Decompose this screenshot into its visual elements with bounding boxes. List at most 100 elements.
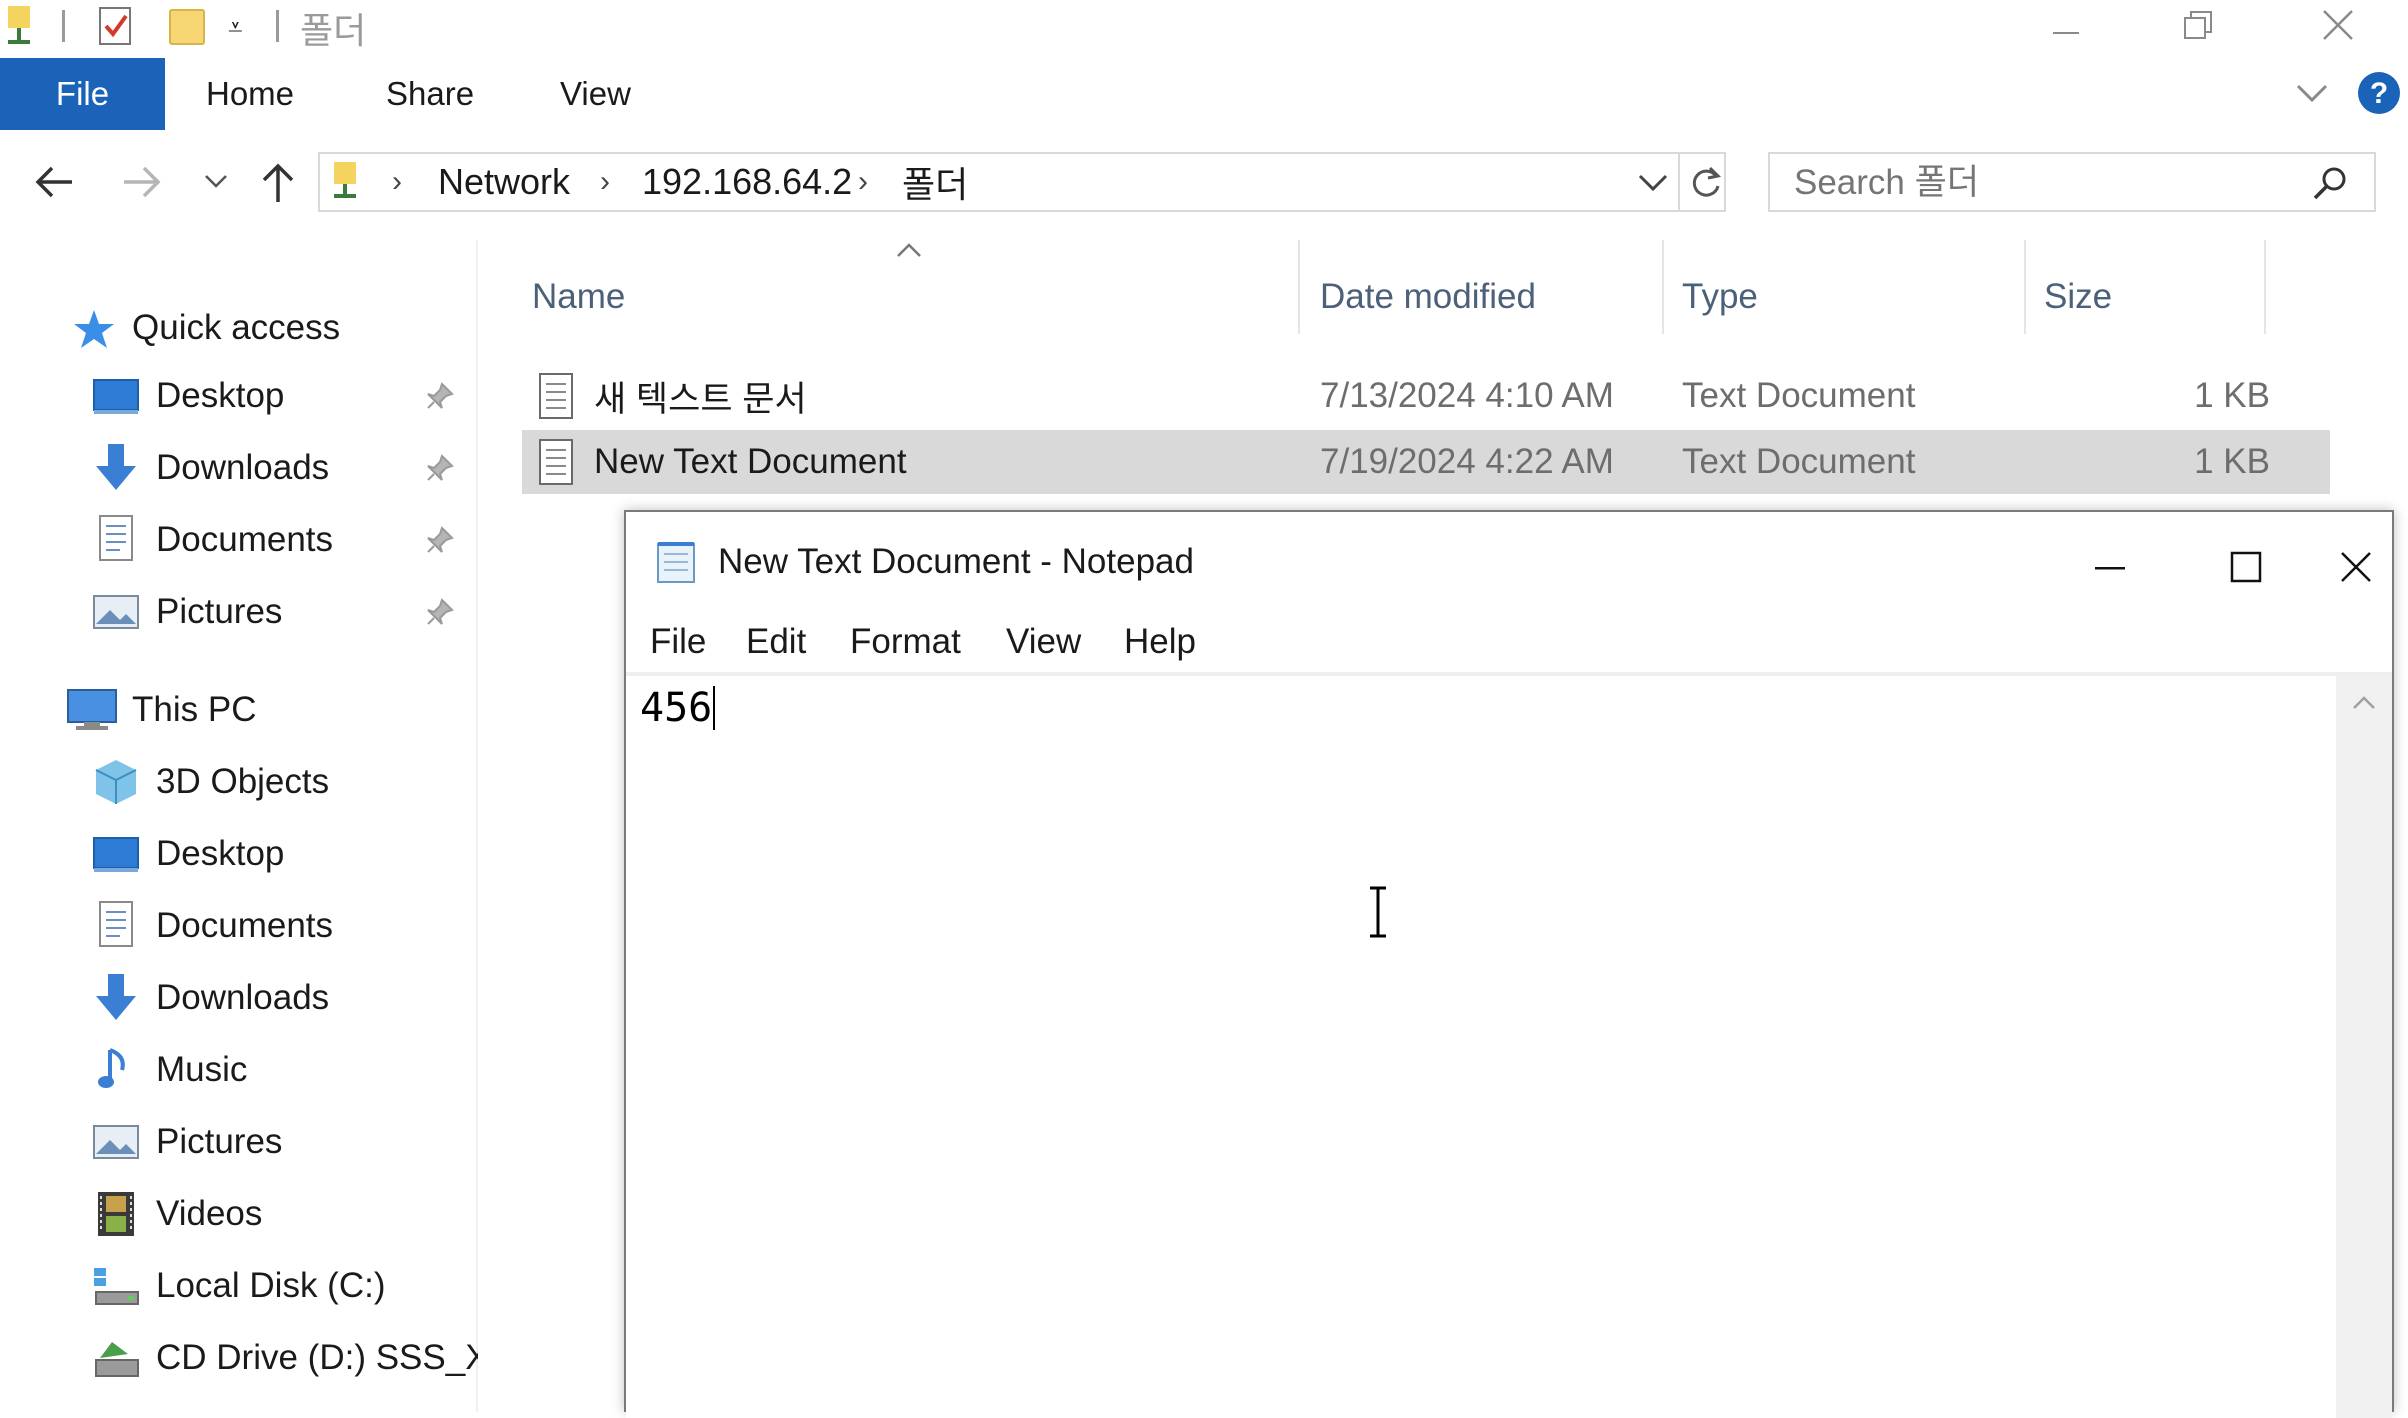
- customize-toolbar-icon[interactable]: ⩡: [228, 12, 243, 44]
- pin-icon[interactable]: [424, 452, 456, 484]
- pin-icon[interactable]: [424, 380, 456, 412]
- sidebar-item-documents[interactable]: Documents: [0, 508, 476, 572]
- local-disk-icon: [94, 1268, 139, 1305]
- refresh-icon[interactable]: [1688, 164, 1724, 200]
- column-separator[interactable]: [1298, 240, 1300, 334]
- tab-share[interactable]: Share: [386, 58, 474, 130]
- menu-edit[interactable]: Edit: [746, 612, 806, 672]
- notepad-text-area[interactable]: 456: [626, 672, 2336, 1418]
- notepad-title: New Text Document - Notepad: [718, 542, 1194, 581]
- sort-ascending-icon: [897, 243, 921, 257]
- restore-button[interactable]: [2128, 0, 2268, 50]
- notepad-icon: [657, 542, 695, 583]
- sidebar-item-this-pc[interactable]: This PC: [0, 678, 476, 742]
- notepad-title-bar[interactable]: New Text Document - Notepad: [626, 512, 2392, 612]
- search-input[interactable]: [1792, 160, 2296, 206]
- close-icon: [2341, 552, 2371, 582]
- minimize-icon: [2095, 567, 2125, 570]
- menu-view[interactable]: View: [1006, 612, 1081, 672]
- sidebar-item-local-disk[interactable]: Local Disk (C:): [0, 1254, 476, 1318]
- chevron-down-icon: [205, 175, 227, 188]
- sidebar-item-videos[interactable]: Videos: [0, 1182, 476, 1246]
- sidebar-item-pictures[interactable]: Pictures: [0, 580, 476, 644]
- column-separator[interactable]: [2264, 240, 2266, 334]
- column-separator[interactable]: [1662, 240, 1664, 334]
- explorer-title-bar: ⩡ 폴더: [0, 0, 2408, 58]
- back-button[interactable]: [24, 152, 84, 212]
- pin-icon[interactable]: [424, 524, 456, 556]
- column-header-size[interactable]: Size: [2044, 260, 2112, 334]
- sidebar-item-documents-pc[interactable]: Documents: [0, 894, 476, 958]
- forward-arrow-icon: [124, 166, 161, 198]
- minimize-icon: [2053, 32, 2079, 34]
- sidebar-item-label: 3D Objects: [156, 762, 330, 801]
- tab-home[interactable]: Home: [206, 58, 294, 130]
- sidebar-item-music[interactable]: Music: [0, 1038, 476, 1102]
- address-dropdown-icon[interactable]: [1636, 170, 1670, 196]
- sidebar-item-downloads-pc[interactable]: Downloads: [0, 966, 476, 1030]
- notepad-maximize-button[interactable]: [2186, 532, 2306, 602]
- sidebar-item-3d-objects[interactable]: 3D Objects: [0, 750, 476, 814]
- file-date: 7/19/2024 4:22 AM: [1320, 442, 1614, 481]
- expand-ribbon-icon[interactable]: [2294, 78, 2330, 108]
- downloads-icon: [96, 444, 136, 490]
- column-header-type[interactable]: Type: [1682, 260, 1758, 334]
- up-arrow-icon: [262, 163, 294, 202]
- sidebar-item-label: Documents: [156, 520, 334, 559]
- pictures-icon: [93, 1125, 139, 1159]
- breadcrumb-separator-icon: ›: [600, 165, 610, 198]
- forward-button[interactable]: [112, 152, 172, 212]
- sidebar-item-desktop[interactable]: Desktop: [0, 364, 476, 428]
- documents-icon: [99, 901, 133, 947]
- notepad-menu-bar: File Edit Format View Help: [626, 612, 2392, 672]
- navigation-pane: Quick access Desktop Downloads Documents: [0, 240, 500, 1412]
- file-row[interactable]: New Text Document 7/19/2024 4:22 AM Text…: [522, 430, 2330, 494]
- notepad-close-button[interactable]: [2326, 532, 2386, 602]
- sidebar-item-downloads[interactable]: Downloads: [0, 436, 476, 500]
- tab-view[interactable]: View: [560, 58, 631, 130]
- close-button[interactable]: [2268, 0, 2408, 50]
- up-button[interactable]: [250, 152, 306, 212]
- pictures-icon: [93, 595, 139, 629]
- notepad-window[interactable]: New Text Document - Notepad File Edit Fo…: [624, 510, 2394, 1418]
- address-bar[interactable]: › Network › 192.168.64.2 › 폴더: [318, 152, 1726, 212]
- menu-format[interactable]: Format: [850, 612, 961, 672]
- sidebar-item-quick-access[interactable]: Quick access: [0, 296, 476, 360]
- recent-locations-button[interactable]: [196, 152, 236, 212]
- breadcrumb-folder[interactable]: 폴더: [902, 154, 968, 210]
- pin-icon[interactable]: [424, 596, 456, 628]
- sidebar-item-label: Videos: [156, 1194, 263, 1233]
- file-type: Text Document: [1682, 442, 1916, 481]
- tab-file[interactable]: File: [0, 58, 165, 130]
- cd-drive-icon: [95, 1342, 139, 1377]
- new-folder-icon[interactable]: [168, 6, 208, 48]
- column-header-name[interactable]: Name: [532, 260, 625, 334]
- breadcrumb-ip[interactable]: 192.168.64.2: [642, 154, 852, 210]
- sidebar-item-pictures-pc[interactable]: Pictures: [0, 1110, 476, 1174]
- music-icon: [98, 1048, 125, 1088]
- menu-file[interactable]: File: [650, 612, 706, 672]
- breadcrumb-network[interactable]: Network: [438, 154, 570, 210]
- restore-icon: [2184, 11, 2212, 39]
- notepad-minimize-button[interactable]: [2050, 532, 2170, 602]
- sidebar-item-desktop-pc[interactable]: Desktop: [0, 822, 476, 886]
- search-box[interactable]: [1768, 152, 2376, 212]
- column-separator[interactable]: [2024, 240, 2026, 334]
- ibeam-cursor-icon: [1370, 886, 1386, 938]
- toolbar-separator: [276, 10, 279, 42]
- file-size: 1 KB: [2194, 442, 2270, 481]
- search-icon[interactable]: [2310, 164, 2350, 204]
- sidebar-item-cd-drive[interactable]: CD Drive (D:) SSS_X(: [0, 1326, 500, 1390]
- desktop-icon: [93, 837, 139, 872]
- scroll-up-icon[interactable]: [2350, 692, 2378, 712]
- downloads-icon: [96, 974, 136, 1020]
- column-header-date-modified[interactable]: Date modified: [1320, 260, 1536, 334]
- help-icon[interactable]: ?: [2356, 70, 2402, 116]
- properties-icon[interactable]: [98, 6, 134, 48]
- minimize-button[interactable]: [1996, 0, 2136, 50]
- network-folder-icon: [8, 6, 30, 44]
- menu-help[interactable]: Help: [1124, 612, 1196, 672]
- vertical-scrollbar[interactable]: [2336, 672, 2392, 1418]
- breadcrumb-separator-icon: ›: [858, 165, 868, 198]
- text-file-icon: [539, 439, 573, 485]
